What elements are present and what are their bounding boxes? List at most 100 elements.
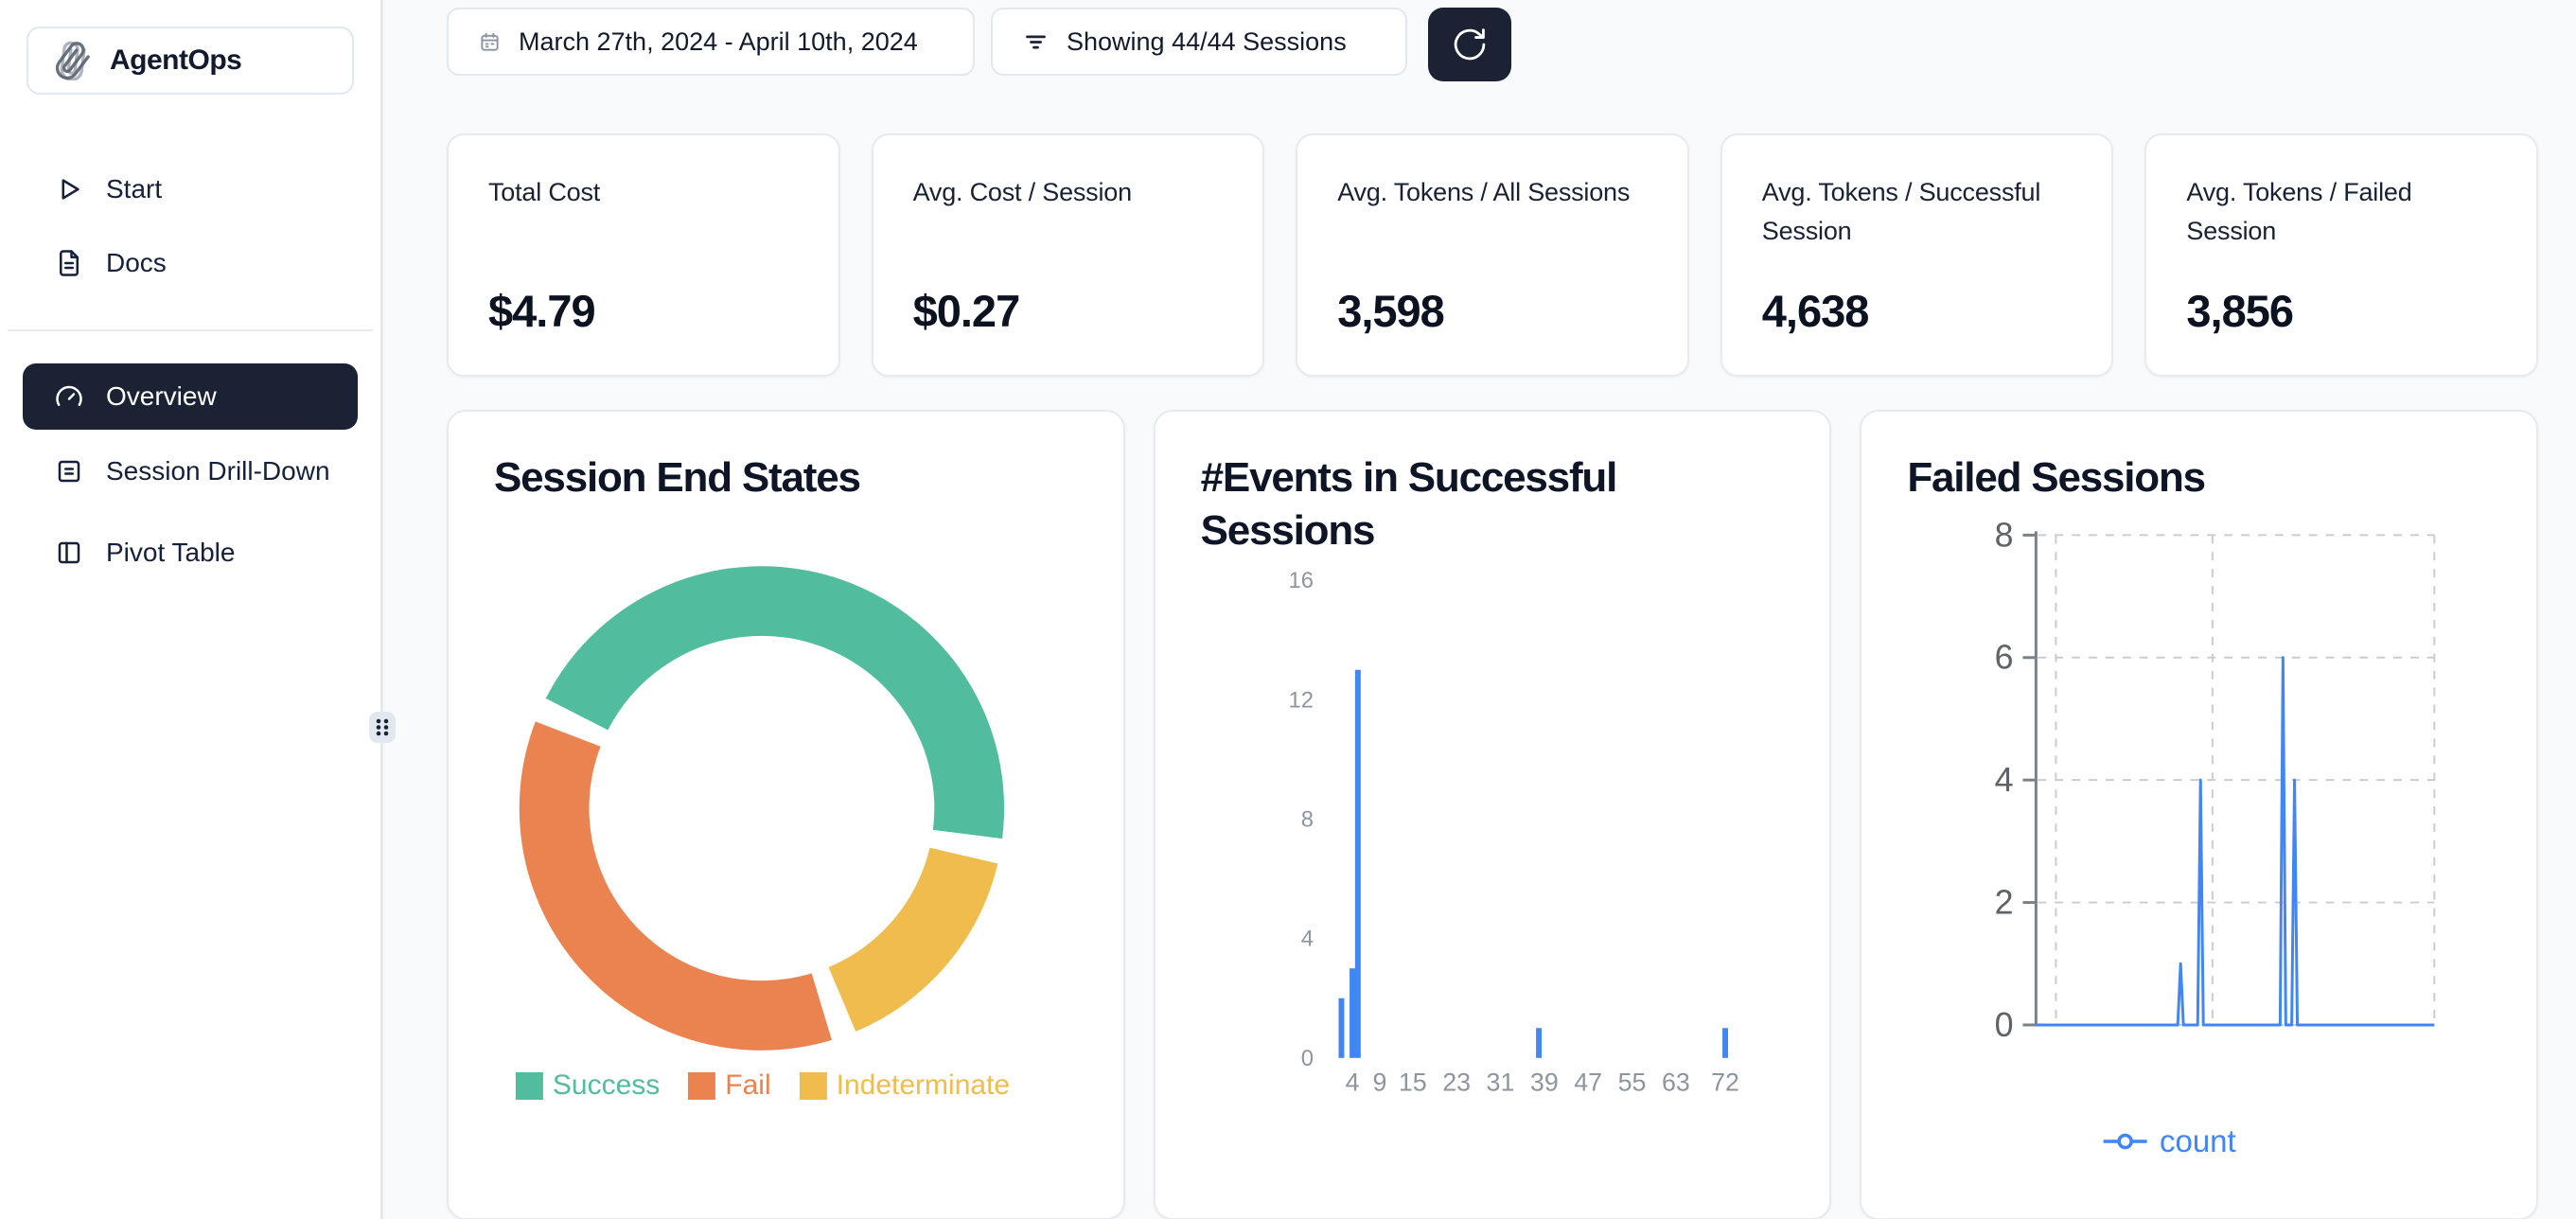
- svg-text:23: 23: [1442, 1069, 1471, 1097]
- sidebar-item-label: Overview: [106, 381, 217, 412]
- bar-x5: [1355, 670, 1361, 1058]
- success-swatch: [516, 1072, 543, 1100]
- svg-text:39: 39: [1530, 1069, 1559, 1097]
- stat-label: Avg. Tokens / All Sessions: [1337, 173, 1648, 212]
- svg-text:55: 55: [1617, 1069, 1646, 1097]
- svg-text:72: 72: [1711, 1069, 1739, 1097]
- play-icon: [55, 175, 83, 203]
- bar-x4: [1350, 968, 1355, 1058]
- count-series-line: [2037, 658, 2435, 1025]
- donut-segment-success: [546, 566, 1004, 839]
- refresh-cw-icon: [1450, 25, 1490, 64]
- paperclips-icon: [53, 41, 93, 80]
- svg-text:16: 16: [1288, 568, 1314, 593]
- sidebar-item-pivot-table[interactable]: Pivot Table: [15, 524, 365, 581]
- session-end-states-card: Session End States Success Fail Indeterm…: [447, 410, 1125, 1219]
- sidebar-item-docs[interactable]: Docs: [15, 237, 365, 290]
- stat-value: 3,598: [1337, 285, 1648, 337]
- sessions-filter-label: Showing 44/44 Sessions: [1067, 27, 1347, 57]
- stat-value: $4.79: [488, 285, 799, 337]
- legend-item-fail: Fail: [688, 1069, 770, 1102]
- svg-text:47: 47: [1574, 1069, 1602, 1097]
- chart-title: #Events in Successful Sessions: [1201, 451, 1750, 557]
- sidebar-menu-top: Start Docs: [15, 163, 365, 290]
- stat-card-avg-tokens-successful: Avg. Tokens / Successful Session 4,638: [1720, 133, 2114, 377]
- dashboard-page: AgentOps Start Docs: [0, 0, 2576, 1219]
- sidebar-resize-handle[interactable]: [369, 712, 396, 743]
- legend-label: Fail: [725, 1069, 770, 1102]
- sidebar-item-label: Start: [106, 174, 162, 204]
- svg-text:4: 4: [1345, 1069, 1359, 1097]
- sidebar-item-overview[interactable]: Overview: [23, 363, 358, 430]
- stat-value: $0.27: [913, 285, 1224, 337]
- sidebar-item-label: Docs: [106, 248, 167, 278]
- stat-label: Total Cost: [488, 173, 799, 212]
- calendar-icon: [479, 31, 501, 53]
- count-legend: count: [2103, 1123, 2236, 1159]
- point-marker-icon: [2103, 1131, 2148, 1152]
- legend-label: Success: [553, 1069, 660, 1102]
- stat-label: Avg. Tokens / Failed Session: [2186, 173, 2497, 251]
- svg-text:8: 8: [1300, 806, 1313, 832]
- bar-x2: [1338, 998, 1344, 1058]
- stat-card-avg-tokens-all: Avg. Tokens / All Sessions 3,598: [1296, 133, 1689, 377]
- charts-row: Session End States Success Fail Indeterm…: [447, 410, 2538, 1219]
- gauge-icon: [55, 382, 83, 411]
- note-lines-icon: [55, 457, 83, 486]
- refresh-button[interactable]: [1428, 8, 1511, 81]
- stat-value: 3,856: [2186, 285, 2497, 337]
- filter-lines-icon: [1023, 29, 1049, 55]
- sidebar-item-label: Pivot Table: [106, 538, 235, 568]
- stat-card-avg-cost-session: Avg. Cost / Session $0.27: [872, 133, 1265, 377]
- sidebar-item-session-drill-down[interactable]: Session Drill-Down: [15, 443, 365, 500]
- svg-text:4: 4: [1995, 761, 2014, 799]
- donut-legend: Success Fail Indeterminate: [516, 1069, 1010, 1102]
- events-histogram-card: #Events in Successful Sessions 048121649…: [1154, 410, 1832, 1219]
- donut-segment-fail: [520, 721, 832, 1050]
- svg-text:8: 8: [1995, 516, 2014, 554]
- chart-title: Failed Sessions: [1907, 451, 2456, 504]
- svg-text:2: 2: [1995, 883, 2014, 921]
- bar-x72: [1722, 1028, 1728, 1058]
- brand-name: AgentOps: [110, 44, 241, 77]
- svg-text:31: 31: [1486, 1069, 1514, 1097]
- fail-swatch: [688, 1072, 715, 1100]
- grip-dots-icon: [369, 712, 396, 743]
- file-text-icon: [55, 249, 83, 277]
- chart-title: Session End States: [494, 451, 1043, 504]
- topbar: March 27th, 2024 - April 10th, 2024 Show…: [447, 8, 2538, 83]
- stat-label: Avg. Cost / Session: [913, 173, 1224, 212]
- bar-x38: [1536, 1028, 1542, 1058]
- sidebar: AgentOps Start Docs: [0, 0, 383, 1219]
- stat-label: Avg. Tokens / Successful Session: [1762, 173, 2073, 251]
- date-range-label: March 27th, 2024 - April 10th, 2024: [519, 27, 918, 57]
- failed-sessions-card: Failed Sessions 0 2 4 6 8 count: [1860, 410, 2538, 1219]
- sidebar-menu-main: Overview Session Drill-Down Pivot Table: [15, 363, 365, 581]
- svg-text:6: 6: [1995, 639, 2014, 677]
- stat-card-avg-tokens-failed: Avg. Tokens / Failed Session 3,856: [2144, 133, 2538, 377]
- stat-value: 4,638: [1762, 285, 2073, 337]
- count-legend-label: count: [2160, 1123, 2236, 1159]
- svg-text:63: 63: [1662, 1069, 1690, 1097]
- sessions-filter-button[interactable]: Showing 44/44 Sessions: [991, 8, 1407, 76]
- legend-label: Indeterminate: [837, 1069, 1010, 1102]
- sidebar-item-start[interactable]: Start: [15, 163, 365, 216]
- svg-text:9: 9: [1372, 1069, 1386, 1097]
- indeterminate-swatch: [800, 1072, 827, 1100]
- svg-text:0: 0: [1300, 1046, 1313, 1071]
- stats-row: Total Cost $4.79 Avg. Cost / Session $0.…: [447, 133, 2538, 377]
- svg-text:4: 4: [1300, 927, 1313, 952]
- stat-card-total-cost: Total Cost $4.79: [447, 133, 840, 377]
- brand-logo[interactable]: AgentOps: [26, 26, 354, 95]
- sidebar-divider: [8, 329, 373, 331]
- donut-segment-indeterminate: [829, 848, 998, 1032]
- svg-text:15: 15: [1399, 1069, 1427, 1097]
- svg-text:0: 0: [1995, 1006, 2014, 1044]
- svg-text:12: 12: [1288, 687, 1314, 713]
- legend-item-indeterminate: Indeterminate: [800, 1069, 1010, 1102]
- sidebar-item-label: Session Drill-Down: [106, 456, 330, 486]
- date-range-button[interactable]: March 27th, 2024 - April 10th, 2024: [447, 8, 975, 76]
- legend-item-success: Success: [516, 1069, 660, 1102]
- panel-left-icon: [55, 539, 83, 567]
- failed-sessions-chart: 0 2 4 6 8: [1861, 412, 2536, 1218]
